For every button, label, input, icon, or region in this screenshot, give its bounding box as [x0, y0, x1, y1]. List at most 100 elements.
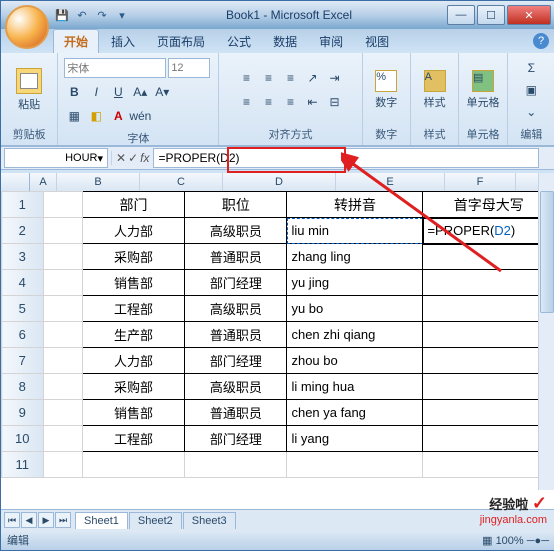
tab-pagelayout[interactable]: 页面布局	[147, 30, 215, 53]
align-center-button[interactable]: ≡	[258, 92, 278, 112]
header-cell[interactable]: 首字母大写	[423, 192, 554, 218]
cell[interactable]	[423, 426, 554, 452]
col-header-A[interactable]: A	[30, 173, 57, 191]
paste-button[interactable]: 粘贴	[9, 57, 49, 123]
font-color-button[interactable]: A	[108, 106, 128, 126]
fx-icon[interactable]: fx	[140, 151, 149, 165]
help-icon[interactable]: ?	[533, 33, 549, 49]
name-box[interactable]: HOUR ▾	[4, 148, 108, 168]
cell[interactable]: 工程部	[82, 296, 184, 322]
tab-data[interactable]: 数据	[263, 30, 307, 53]
col-header-E[interactable]: E	[336, 173, 445, 191]
save-icon[interactable]: 💾	[53, 6, 71, 24]
cell[interactable]: li yang	[287, 426, 423, 452]
qat-dropdown-icon[interactable]: ▾	[113, 6, 131, 24]
redo-icon[interactable]: ↷	[93, 6, 111, 24]
size-combo[interactable]: 12	[168, 58, 210, 78]
undo-icon[interactable]: ↶	[73, 6, 91, 24]
tab-nav-next[interactable]: ▶	[38, 512, 54, 528]
merge-button[interactable]: ⊟	[324, 92, 344, 112]
row-header[interactable]: 1	[2, 192, 44, 218]
header-cell[interactable]: 转拼音	[287, 192, 423, 218]
cell[interactable]: liu min	[287, 218, 423, 244]
cell[interactable]: chen ya fang	[287, 400, 423, 426]
office-button[interactable]	[5, 5, 49, 49]
tab-nav-first[interactable]: ⏮	[4, 512, 20, 528]
tab-view[interactable]: 视图	[355, 30, 399, 53]
cell[interactable]	[423, 348, 554, 374]
cell[interactable]	[423, 296, 554, 322]
fill-button[interactable]: ▣	[521, 80, 541, 100]
row-header[interactable]: 10	[2, 426, 44, 452]
scroll-thumb[interactable]	[540, 191, 554, 313]
align-middle-button[interactable]: ≡	[258, 68, 278, 88]
autosum-button[interactable]: Σ	[521, 58, 541, 78]
worksheet[interactable]: ABCDEF 1部门职位转拼音首字母大写2人力部高级职员liu min=PROP…	[1, 173, 554, 510]
tab-formulas[interactable]: 公式	[217, 30, 261, 53]
styles-button[interactable]: A样式	[424, 70, 446, 110]
row-header[interactable]: 3	[2, 244, 44, 270]
col-header-D[interactable]: D	[223, 173, 336, 191]
font-combo[interactable]: 宋体	[64, 58, 166, 78]
cell[interactable]: 部门经理	[185, 348, 287, 374]
cell[interactable]: 销售部	[82, 400, 184, 426]
grow-font-button[interactable]: A▴	[130, 82, 150, 102]
underline-button[interactable]: U	[108, 82, 128, 102]
col-header-F[interactable]: F	[445, 173, 516, 191]
cell[interactable]: 普通职员	[185, 244, 287, 270]
minimize-button[interactable]: —	[447, 5, 475, 25]
tab-nav-last[interactable]: ⏭	[55, 512, 71, 528]
align-top-button[interactable]: ≡	[236, 68, 256, 88]
row-header[interactable]: 4	[2, 270, 44, 296]
col-header-B[interactable]: B	[57, 173, 140, 191]
cell[interactable]	[423, 400, 554, 426]
tab-home[interactable]: 开始	[53, 29, 99, 53]
cancel-formula-icon[interactable]: ✕	[116, 151, 126, 165]
cell[interactable]: 销售部	[82, 270, 184, 296]
accept-formula-icon[interactable]: ✓	[128, 151, 138, 165]
indent-dec-button[interactable]: ⇤	[302, 92, 322, 112]
col-header-C[interactable]: C	[140, 173, 223, 191]
cell[interactable]: 人力部	[82, 348, 184, 374]
row-header[interactable]: 2	[2, 218, 44, 244]
cell[interactable]: yu bo	[287, 296, 423, 322]
cell[interactable]: 普通职员	[185, 322, 287, 348]
tab-review[interactable]: 审阅	[309, 30, 353, 53]
cell[interactable]	[423, 270, 554, 296]
cell[interactable]: 部门经理	[185, 270, 287, 296]
maximize-button[interactable]: ☐	[477, 5, 505, 25]
cell[interactable]: 普通职员	[185, 400, 287, 426]
close-button[interactable]: ✕	[507, 5, 551, 25]
cell[interactable]: 高级职员	[185, 296, 287, 322]
align-left-button[interactable]: ≡	[236, 92, 256, 112]
fill-color-button[interactable]: ◧	[86, 106, 106, 126]
sheet-tab-2[interactable]: Sheet2	[129, 512, 182, 529]
border-button[interactable]: ▦	[64, 106, 84, 126]
align-bottom-button[interactable]: ≡	[280, 68, 300, 88]
clear-button[interactable]: ⌄	[521, 102, 541, 122]
select-all-corner[interactable]	[1, 173, 30, 191]
sheet-tab-3[interactable]: Sheet3	[183, 512, 236, 529]
cell[interactable]: 采购部	[82, 244, 184, 270]
orientation-button[interactable]: ↗	[302, 68, 322, 88]
cell[interactable]: 采购部	[82, 374, 184, 400]
cells-button[interactable]: ▤单元格	[466, 70, 499, 110]
header-cell[interactable]: 职位	[185, 192, 287, 218]
bold-button[interactable]: B	[64, 82, 84, 102]
grid[interactable]: 1部门职位转拼音首字母大写2人力部高级职员liu min=PROPER(D2)3…	[1, 191, 554, 478]
cell[interactable]: 生产部	[82, 322, 184, 348]
cell[interactable]: zhang ling	[287, 244, 423, 270]
cell[interactable]: chen zhi qiang	[287, 322, 423, 348]
wrap-button[interactable]: ⇥	[324, 68, 344, 88]
row-header[interactable]: 6	[2, 322, 44, 348]
zoom-level[interactable]: 100%	[496, 535, 524, 547]
tab-nav-prev[interactable]: ◀	[21, 512, 37, 528]
cell[interactable]: yu jing	[287, 270, 423, 296]
tab-insert[interactable]: 插入	[101, 30, 145, 53]
number-format-button[interactable]: %数字	[375, 70, 397, 110]
row-header[interactable]: 8	[2, 374, 44, 400]
cell[interactable]: 部门经理	[185, 426, 287, 452]
shrink-font-button[interactable]: A▾	[152, 82, 172, 102]
cell[interactable]: li ming hua	[287, 374, 423, 400]
cell[interactable]	[423, 374, 554, 400]
